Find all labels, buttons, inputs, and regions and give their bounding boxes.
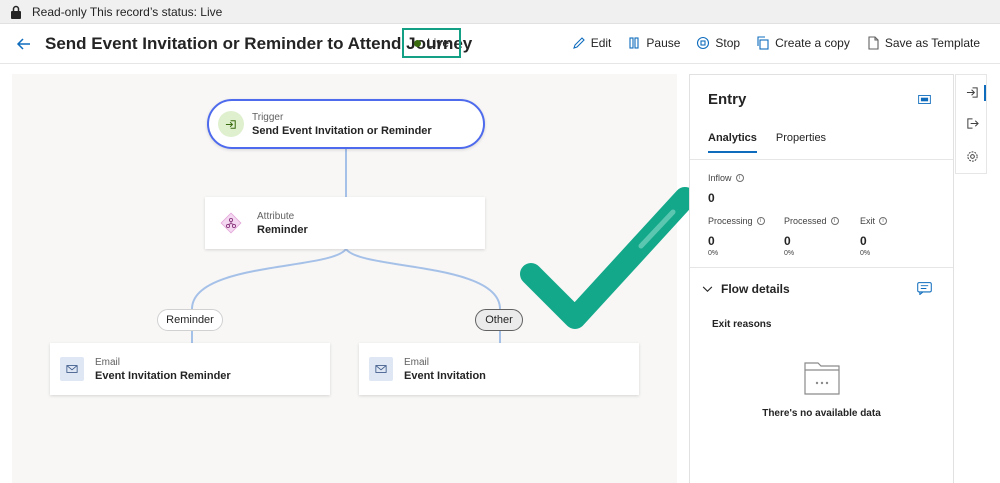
processing-percent: 0% [708,250,719,257]
processed-value: 0 [784,234,791,248]
inflow-label-text: Inflow [708,173,732,183]
info-icon: i [756,217,765,225]
attribute-label: Attribute [257,210,295,222]
email-node-name: Event Invitation Reminder [95,369,231,382]
command-bar: Send Event Invitation or Reminder to Att… [0,24,1000,64]
action-toolbar: Edit Pause Stop Create a copy Save as Te… [556,36,980,50]
trigger-icon [218,111,244,137]
sign-out-icon [966,117,979,129]
edit-label: Edit [590,36,612,50]
back-arrow-icon[interactable] [14,34,34,54]
chevron-down-icon [702,285,713,292]
save-template-label: Save as Template [884,36,980,50]
pause-icon [629,37,639,49]
read-only-notice: Read-only This record’s status: Live [0,0,1000,24]
trigger-name: Send Event Invitation or Reminder [252,124,432,137]
inflow-label: Inflow i [708,173,744,183]
exit-label: Exit i [860,216,888,226]
status-badge: Live [402,28,461,58]
gear-icon [966,150,978,162]
divider [690,267,953,268]
info-icon: i [830,217,839,225]
lock-icon [11,5,21,19]
email-node-name: Event Invitation [404,369,486,382]
divider [690,159,953,160]
processing-label: Processing i [708,216,765,226]
pause-button[interactable]: Pause [627,36,680,50]
create-copy-button[interactable]: Create a copy [756,36,850,50]
branch-pill-other[interactable]: Other [475,309,523,331]
exit-percent: 0% [860,250,871,257]
email-node-reminder[interactable]: Email Event Invitation Reminder [50,343,330,395]
template-icon [868,36,879,50]
entry-details-panel: Entry Analytics Properties Inflow i 0 Pro… [689,74,954,483]
processing-value: 0 [708,234,715,248]
panel-card-icon[interactable] [918,95,931,104]
rail-settings-button[interactable] [964,148,980,164]
panel-title: Entry [708,91,747,108]
sign-in-icon [966,86,978,98]
trigger-node[interactable]: Trigger Send Event Invitation or Reminde… [207,99,485,149]
edit-button[interactable]: Edit [572,36,612,50]
tab-analytics[interactable]: Analytics [708,132,757,153]
processing-label-text: Processing [708,216,753,226]
rail-active-indicator [984,85,986,101]
inflow-value: 0 [708,191,715,205]
live-dot-icon [413,39,421,47]
journey-canvas[interactable]: Trigger Send Event Invitation or Reminde… [12,74,696,483]
stop-label: Stop [715,36,741,50]
rail-entry-button[interactable] [964,84,980,100]
processed-label-text: Processed [784,216,827,226]
tab-properties[interactable]: Properties [776,132,826,153]
attribute-branch-icon [219,211,243,235]
pause-label: Pause [646,36,681,50]
email-node-other[interactable]: Email Event Invitation [359,343,639,395]
create-copy-label: Create a copy [775,36,850,50]
empty-state-text: There's no available data [762,408,881,419]
exit-value: 0 [860,234,867,248]
flow-details-toggle[interactable]: Flow details [702,282,790,296]
panel-tabs: Analytics Properties [708,132,845,153]
status-text: Live [426,36,449,50]
rail-exit-button[interactable] [964,115,980,131]
exit-reasons-title: Exit reasons [712,319,772,330]
email-node-label: Email [404,356,430,368]
flow-details-label: Flow details [721,282,790,296]
info-icon: i [879,217,888,225]
flow-details-chat-icon[interactable] [917,282,932,295]
checkmark-icon [520,187,696,329]
processed-percent: 0% [784,250,795,257]
exit-label-text: Exit [860,216,876,226]
notice-text: Read-only This record’s status: Live [32,4,223,19]
attribute-node[interactable]: Attribute Reminder [205,197,485,249]
save-as-template-button[interactable]: Save as Template [866,36,980,50]
side-rail [955,74,987,174]
stop-icon [697,36,710,50]
edit-icon [572,37,585,49]
info-icon: i [735,174,744,182]
processed-label: Processed i [784,216,839,226]
email-node-label: Email [95,356,121,368]
empty-folder-icon [804,362,840,395]
attribute-name: Reminder [257,223,308,236]
branch-pill-reminder[interactable]: Reminder [157,309,223,331]
copy-icon [757,36,769,50]
stop-button[interactable]: Stop [696,36,740,50]
trigger-label: Trigger [252,111,284,123]
email-icon [60,357,84,381]
email-icon [369,357,393,381]
